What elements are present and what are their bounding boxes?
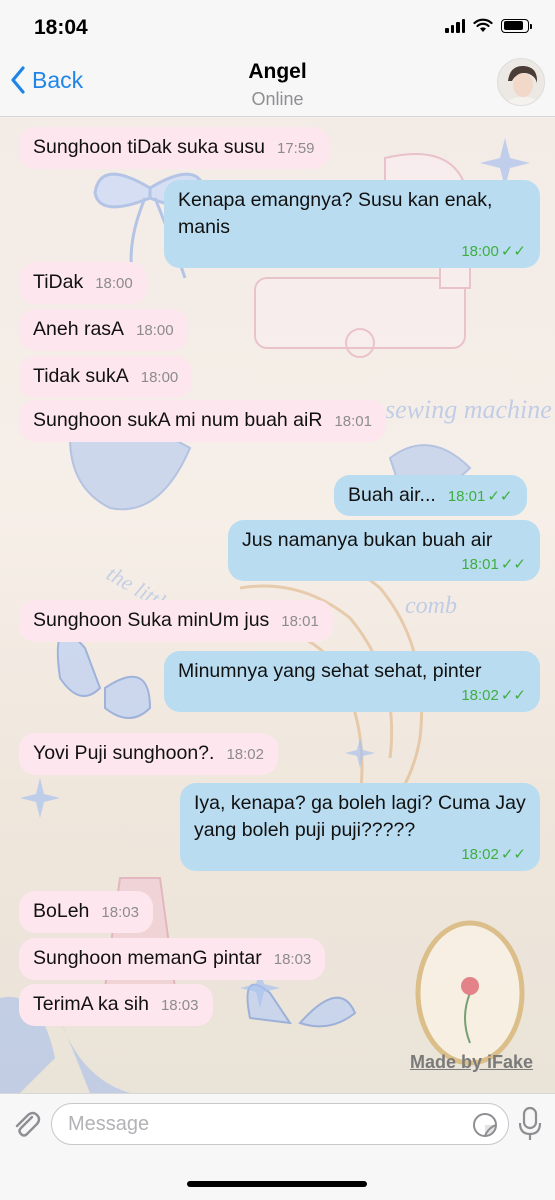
battery-icon [501,18,532,33]
message-time: 18:03 [160,997,199,1014]
message-time: 18:01 [281,613,319,630]
message-incoming[interactable]: Tidak sukA 18:00 [19,356,193,398]
microphone-icon[interactable] [517,1106,543,1142]
message-text: Sunghoon sukA mi num buah aiR [33,409,323,431]
message-text: Tidak sukA [33,365,129,387]
double-check-icon: ✓✓ [500,687,526,704]
message-outgoing[interactable]: Minumnya yang sehat sehat, pinter 18:02 ✓… [164,651,540,712]
message-input[interactable] [52,1104,452,1144]
svg-text:sewing machine: sewing machine [385,395,552,424]
double-check-icon: ✓✓ [500,846,526,863]
message-outgoing[interactable]: Buah air... 18:01 ✓✓ [334,475,527,516]
status-time: 18:04 [34,16,88,39]
message-input-bar [0,1093,555,1200]
message-text: Sunghoon tiDak suka susu [33,136,265,158]
status-icons [445,18,532,33]
message-incoming[interactable]: Sunghoon sukA mi num buah aiR 18:01 [19,400,386,442]
paperclip-icon[interactable] [10,1108,42,1140]
message-text: Yovi Puji sunghoon?. [33,742,215,764]
avatar-image [498,59,544,105]
contact-name[interactable]: Angel [0,60,555,84]
avatar[interactable] [497,58,545,106]
svg-text:comb: comb [405,593,457,619]
message-time: 18:01 [334,413,372,430]
message-time: 18:01 [461,556,499,573]
message-text: Kenapa emangnya? Susu kan enak, manis [178,189,493,238]
contact-status: Online [251,89,304,109]
message-outgoing[interactable]: Jus namanya bukan buah air 18:01 ✓✓ [228,520,540,581]
message-text: TerimA ka sih [33,993,149,1015]
watermark: Made by iFake [409,1052,533,1072]
message-text: Sunghoon Suka minUm jus [33,609,270,631]
message-time: 18:02 [461,687,499,704]
double-check-icon: ✓✓ [500,556,526,573]
message-time: 18:03 [101,904,139,921]
chat-header: Back Angel Online [0,52,555,117]
message-text: TiDak [33,271,84,293]
message-incoming[interactable]: TerimA ka sih 18:03 [19,984,213,1026]
home-indicator [187,1181,367,1187]
message-time: 18:03 [273,951,312,968]
message-text: Aneh rasA [33,318,125,340]
message-incoming[interactable]: TiDak 18:00 [19,262,147,304]
battery-level [503,21,524,30]
message-text: BoLeh [33,900,90,922]
message-time: 18:01 [447,488,486,505]
double-check-icon: ✓✓ [487,488,513,505]
status-bar: 18:04 [0,0,555,52]
message-text: Minumnya yang sehat sehat, pinter [178,660,482,682]
chat-area[interactable]: sewing machine the little comb Sunghoon … [0,118,555,1093]
wifi-icon [473,18,493,32]
message-text: Iya, kenapa? ga boleh lagi? Cuma Jay yan… [194,792,526,841]
message-time: 17:59 [276,140,315,157]
message-outgoing[interactable]: Iya, kenapa? ga boleh lagi? Cuma Jay yan… [180,783,540,871]
message-incoming[interactable]: Sunghoon Suka minUm jus 18:01 [19,600,333,642]
message-time: 18:02 [461,846,499,863]
message-time: 18:00 [140,369,179,386]
message-incoming[interactable]: Aneh rasA 18:00 [19,309,188,351]
message-time: 18:02 [226,746,264,763]
message-incoming[interactable]: Sunghoon tiDak suka susu 17:59 [19,127,329,169]
message-incoming[interactable]: Yovi Puji sunghoon?. 18:02 [19,733,278,775]
message-text: Buah air... [348,484,436,506]
message-time: 18:00 [95,275,133,292]
message-text: Jus namanya bukan buah air [242,529,493,551]
message-text: Sunghoon memanG pintar [33,947,262,969]
double-check-icon: ✓✓ [500,243,526,260]
message-field[interactable] [51,1103,509,1145]
message-time: 18:00 [461,243,499,260]
message-incoming[interactable]: Sunghoon memanG pintar 18:03 [19,938,326,980]
message-time: 18:00 [136,322,174,339]
sticker-icon[interactable] [472,1112,498,1138]
message-outgoing[interactable]: Kenapa emangnya? Susu kan enak, manis 18… [164,180,540,268]
message-incoming[interactable]: BoLeh 18:03 [19,891,153,933]
signal-icon [445,18,465,33]
